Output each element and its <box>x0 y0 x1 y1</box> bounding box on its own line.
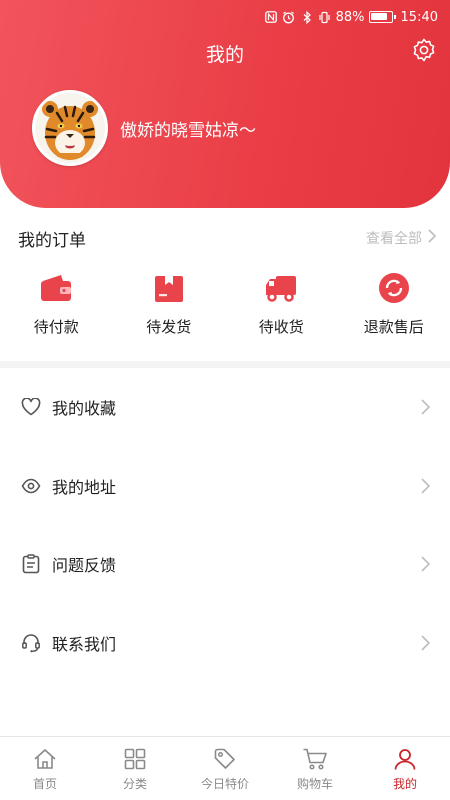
cart-icon <box>302 746 328 772</box>
wallet-icon <box>38 270 74 306</box>
view-all-label: 查看全部 <box>366 231 422 247</box>
order-status-row: 待付款 待发货 待收货 退款售后 <box>0 270 450 350</box>
tab-home[interactable]: 首页 <box>0 737 90 800</box>
order-refund-aftersales[interactable]: 退款售后 <box>344 270 444 350</box>
alarm-icon <box>282 10 296 24</box>
tab-category[interactable]: 分类 <box>90 737 180 800</box>
settings-button[interactable] <box>410 38 438 66</box>
tag-icon <box>212 746 238 772</box>
status-bar: 88% 15:40 <box>264 6 438 28</box>
chevron-right-icon <box>428 229 437 247</box>
refund-icon <box>376 270 412 306</box>
menu-item-feedback[interactable]: 问题反馈 <box>0 525 450 604</box>
order-item-label: 待付款 <box>33 318 79 336</box>
bottom-tab-bar: 首页 分类 今日特价 购物车 我的 <box>0 736 450 800</box>
tab-daily-deals[interactable]: 今日特价 <box>180 737 270 800</box>
order-pending-shipment[interactable]: 待发货 <box>119 270 219 350</box>
chevron-right-icon <box>418 476 432 496</box>
order-item-label: 待收货 <box>258 318 304 336</box>
chevron-right-icon <box>418 554 432 574</box>
battery-icon <box>368 11 396 23</box>
bluetooth-icon <box>300 10 314 24</box>
headset-icon <box>20 632 42 654</box>
menu-item-label: 我的收藏 <box>52 399 117 419</box>
menu-item-label: 我的地址 <box>52 477 117 497</box>
tab-cart[interactable]: 购物车 <box>270 737 360 800</box>
chevron-right-icon <box>418 397 432 417</box>
order-item-label: 待发货 <box>146 318 192 336</box>
orders-header: 我的订单 查看全部 <box>0 220 450 256</box>
view-all-orders-link[interactable]: 查看全部 <box>366 228 437 248</box>
gear-icon <box>411 37 437 67</box>
chevron-right-icon <box>418 633 432 653</box>
nfc-icon <box>264 10 278 24</box>
section-divider <box>0 361 450 368</box>
clock: 15:40 <box>400 9 438 25</box>
feedback-icon <box>20 553 42 575</box>
user-icon <box>392 746 418 772</box>
tab-label: 购物车 <box>296 776 333 791</box>
vibrate-icon <box>318 10 332 24</box>
order-pending-payment[interactable]: 待付款 <box>6 270 106 350</box>
heart-icon <box>20 396 42 418</box>
truck-icon <box>263 270 299 306</box>
tab-label: 我的 <box>392 776 417 791</box>
order-item-label: 退款售后 <box>363 318 424 336</box>
profile-menu: 我的收藏 我的地址 问题反馈 联系我们 <box>0 368 450 682</box>
tab-label: 分类 <box>122 776 147 791</box>
package-icon <box>151 270 187 306</box>
menu-item-address[interactable]: 我的地址 <box>0 447 450 526</box>
tab-label: 今日特价 <box>200 776 249 791</box>
location-icon <box>20 475 42 497</box>
order-pending-receipt[interactable]: 待收货 <box>231 270 331 350</box>
menu-item-favorites[interactable]: 我的收藏 <box>0 368 450 447</box>
profile-header: 88% 15:40 我的 傲娇的晓雪姑凉～ <box>0 0 450 208</box>
tab-label: 首页 <box>32 776 57 791</box>
menu-item-label: 联系我们 <box>52 634 117 654</box>
avatar[interactable] <box>32 90 108 166</box>
tab-profile[interactable]: 我的 <box>360 737 450 800</box>
home-icon <box>32 746 58 772</box>
orders-title: 我的订单 <box>18 230 86 251</box>
username[interactable]: 傲娇的晓雪姑凉～ <box>120 116 256 141</box>
menu-item-contact-us[interactable]: 联系我们 <box>0 604 450 683</box>
tiger-avatar-icon <box>35 93 105 163</box>
category-icon <box>122 746 148 772</box>
menu-item-label: 问题反馈 <box>52 556 117 576</box>
page-title: 我的 <box>205 44 244 66</box>
battery-percent: 88% <box>335 9 365 25</box>
